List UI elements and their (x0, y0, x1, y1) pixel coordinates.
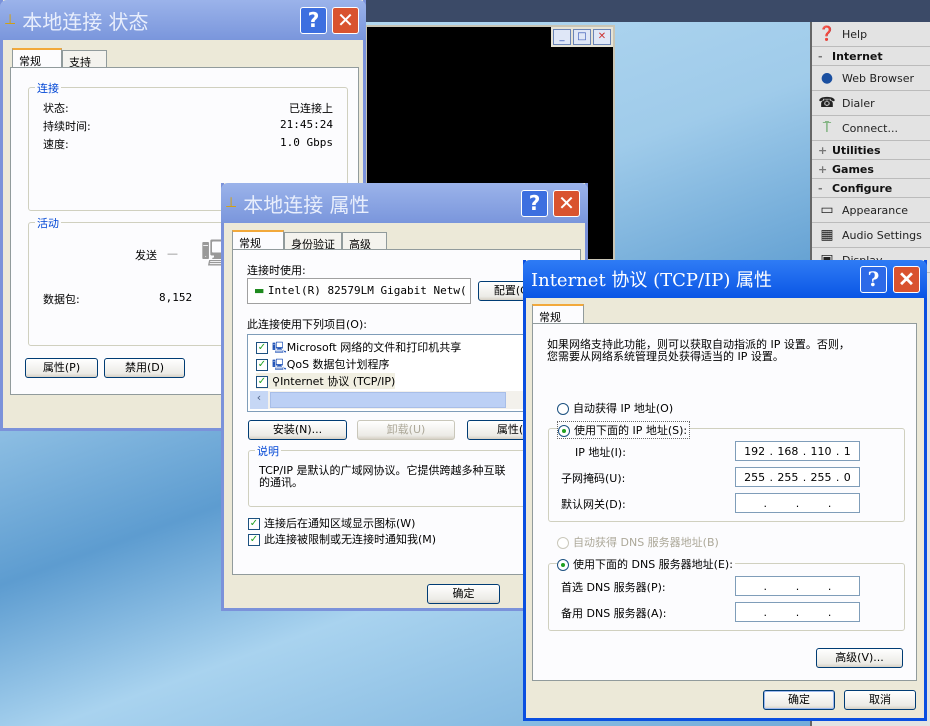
checkbox[interactable]: ✓ (248, 518, 260, 530)
phone-icon: ☎ (818, 95, 836, 111)
items-label: 此连接使用下列项目(O): (247, 318, 367, 331)
checkbox[interactable]: ✓ (256, 359, 268, 371)
properties-button[interactable]: 属性(P) (25, 358, 98, 378)
intro-text-2: 您需要从网络系统管理员处获得适当的 IP 设置。 (547, 350, 784, 363)
speed-value: 1.0 Gbps (280, 136, 333, 149)
panel-header-configure[interactable]: - Configure (812, 179, 930, 198)
show-icon-checkbox[interactable]: ✓ 连接后在通知区域显示图标(W) (248, 515, 415, 531)
panel-header-internet[interactable]: - Internet (812, 47, 930, 66)
ip-label: IP 地址(I): (575, 446, 626, 459)
auto-dns-radio: 自动获得 DNS 服务器地址(B) (557, 534, 719, 550)
manual-dns-group: 首选 DNS 服务器(P): ... 备用 DNS 服务器(A): ... (548, 563, 905, 631)
audio-icon: ▦ (820, 227, 834, 243)
scroll-left-icon[interactable]: ‹ (250, 391, 268, 409)
advanced-button[interactable]: 高级(V)... (816, 648, 903, 668)
duration-label: 持续时间: (43, 120, 91, 133)
uninstall-button: 卸载(U) (357, 420, 455, 440)
panel-header-utilities[interactable]: + Utilities (812, 141, 930, 160)
manual-dns-radio[interactable]: 使用下面的 DNS 服务器地址(E): (557, 556, 735, 572)
status-value: 已连接上 (289, 102, 333, 115)
panel-header-games[interactable]: + Games (812, 160, 930, 179)
network-icon: ⊥ (225, 195, 238, 211)
network-icon: ⊥ (4, 12, 17, 28)
tcpip-dialog-titlebar[interactable]: Internet 协议 (TCP/IP) 属性 ? ✕ (523, 260, 927, 298)
panel-item-connect[interactable]: ⍑ Connect... (812, 116, 930, 141)
checkbox[interactable]: ✓ (256, 376, 268, 388)
dns1-label: 首选 DNS 服务器(P): (561, 581, 666, 594)
sent-label: 发送 (135, 249, 157, 262)
description-text-2: 的通讯。 (259, 476, 303, 489)
dns2-label: 备用 DNS 服务器(A): (561, 607, 667, 620)
list-item[interactable]: ✓ ⚲Internet 协议 (TCP/IP) (256, 373, 396, 389)
radio[interactable] (558, 425, 570, 437)
gateway-input[interactable]: ... (735, 493, 860, 513)
mask-label: 子网掩码(U): (561, 472, 626, 485)
scroll-thumb[interactable] (270, 392, 506, 408)
tab-general[interactable]: 常规 (12, 48, 62, 69)
panel-item-web-browser[interactable]: ● Web Browser (812, 66, 930, 91)
checkbox[interactable]: ✓ (248, 534, 260, 546)
close-button[interactable]: ✕ (893, 266, 920, 293)
minimize-icon[interactable]: _ (553, 29, 571, 45)
panel-item-audio-settings[interactable]: ▦ Audio Settings (812, 223, 930, 248)
duration-value: 21:45:24 (280, 118, 333, 131)
preferred-dns-input[interactable]: ... (735, 576, 860, 596)
auto-ip-radio[interactable]: 自动获得 IP 地址(O) (557, 400, 673, 416)
appearance-icon: ▭ (820, 202, 834, 218)
tcpip-sheet: 如果网络支持此功能，则可以获取自动指派的 IP 设置。否则， 您需要从网络系统管… (532, 323, 917, 681)
packets-label: 数据包: (43, 293, 80, 306)
ok-button[interactable]: 确定 (427, 584, 500, 604)
network-card-icon: ▬ (254, 284, 265, 297)
gateway-label: 默认网关(D): (561, 498, 626, 511)
adapter-field: ▬ Intel(R) 82579LM Gigabit Netw( (247, 278, 471, 304)
help-button[interactable]: ? (300, 7, 327, 34)
status-dialog-titlebar[interactable]: ⊥ 本地连接 状态 ? ✕ (0, 0, 366, 40)
radio[interactable] (557, 559, 569, 571)
tab-general[interactable]: 常规 (532, 304, 584, 325)
notify-checkbox[interactable]: ✓ 此连接被限制或无连接时通知我(M) (248, 531, 436, 547)
panel-item-appearance[interactable]: ▭ Appearance (812, 198, 930, 223)
help-button[interactable]: ? (521, 190, 548, 217)
close-button[interactable]: ✕ (553, 190, 580, 217)
signpost-icon: ⍑ (822, 120, 832, 136)
protocol-icon: ⚲ (272, 375, 281, 388)
tab-general[interactable]: 常规 (232, 230, 284, 251)
packets-sent: 8,152 (159, 291, 193, 304)
service-icon: 🖳 (272, 358, 287, 371)
status-label: 状态: (43, 102, 69, 115)
horizontal-scrollbar[interactable]: ‹ (250, 391, 570, 409)
maximize-icon[interactable]: □ (573, 29, 591, 45)
manual-ip-group: IP 地址(I): 192. 168. 110. 1 子网掩码(U): 255. 255… (548, 428, 905, 522)
subnet-mask-input[interactable]: 255. 255. 255. 0 (735, 467, 860, 487)
help-icon: ❓ (818, 26, 836, 42)
connect-using-label: 连接时使用: (247, 264, 306, 277)
tcpip-dialog: Internet 协议 (TCP/IP) 属性 ? ✕ 常规 如果网络支持此功能… (523, 260, 927, 721)
ip-address-input[interactable]: 192. 168. 110. 1 (735, 441, 860, 461)
install-button[interactable]: 安装(N)... (248, 420, 347, 440)
checkbox[interactable]: ✓ (256, 342, 268, 354)
close-button[interactable]: ✕ (332, 7, 359, 34)
ok-button[interactable]: 确定 (763, 690, 835, 710)
radio[interactable] (557, 403, 569, 415)
cancel-button[interactable]: 取消 (844, 690, 916, 710)
disable-button[interactable]: 禁用(D) (104, 358, 185, 378)
client-icon: 🖳 (272, 341, 287, 354)
panel-item-help[interactable]: ❓ Help (812, 22, 930, 47)
alternate-dns-input[interactable]: ... (735, 602, 860, 622)
close-icon[interactable]: ✕ (593, 29, 611, 45)
properties-dialog-titlebar[interactable]: ⊥ 本地连接 属性 ? ✕ (221, 183, 588, 223)
manual-ip-radio[interactable]: 使用下面的 IP 地址(S): (557, 421, 691, 439)
radio (557, 537, 569, 549)
panel-item-dialer[interactable]: ☎ Dialer (812, 91, 930, 116)
globe-icon: ● (820, 70, 834, 86)
help-button[interactable]: ? (860, 266, 887, 293)
speed-label: 速度: (43, 138, 69, 151)
